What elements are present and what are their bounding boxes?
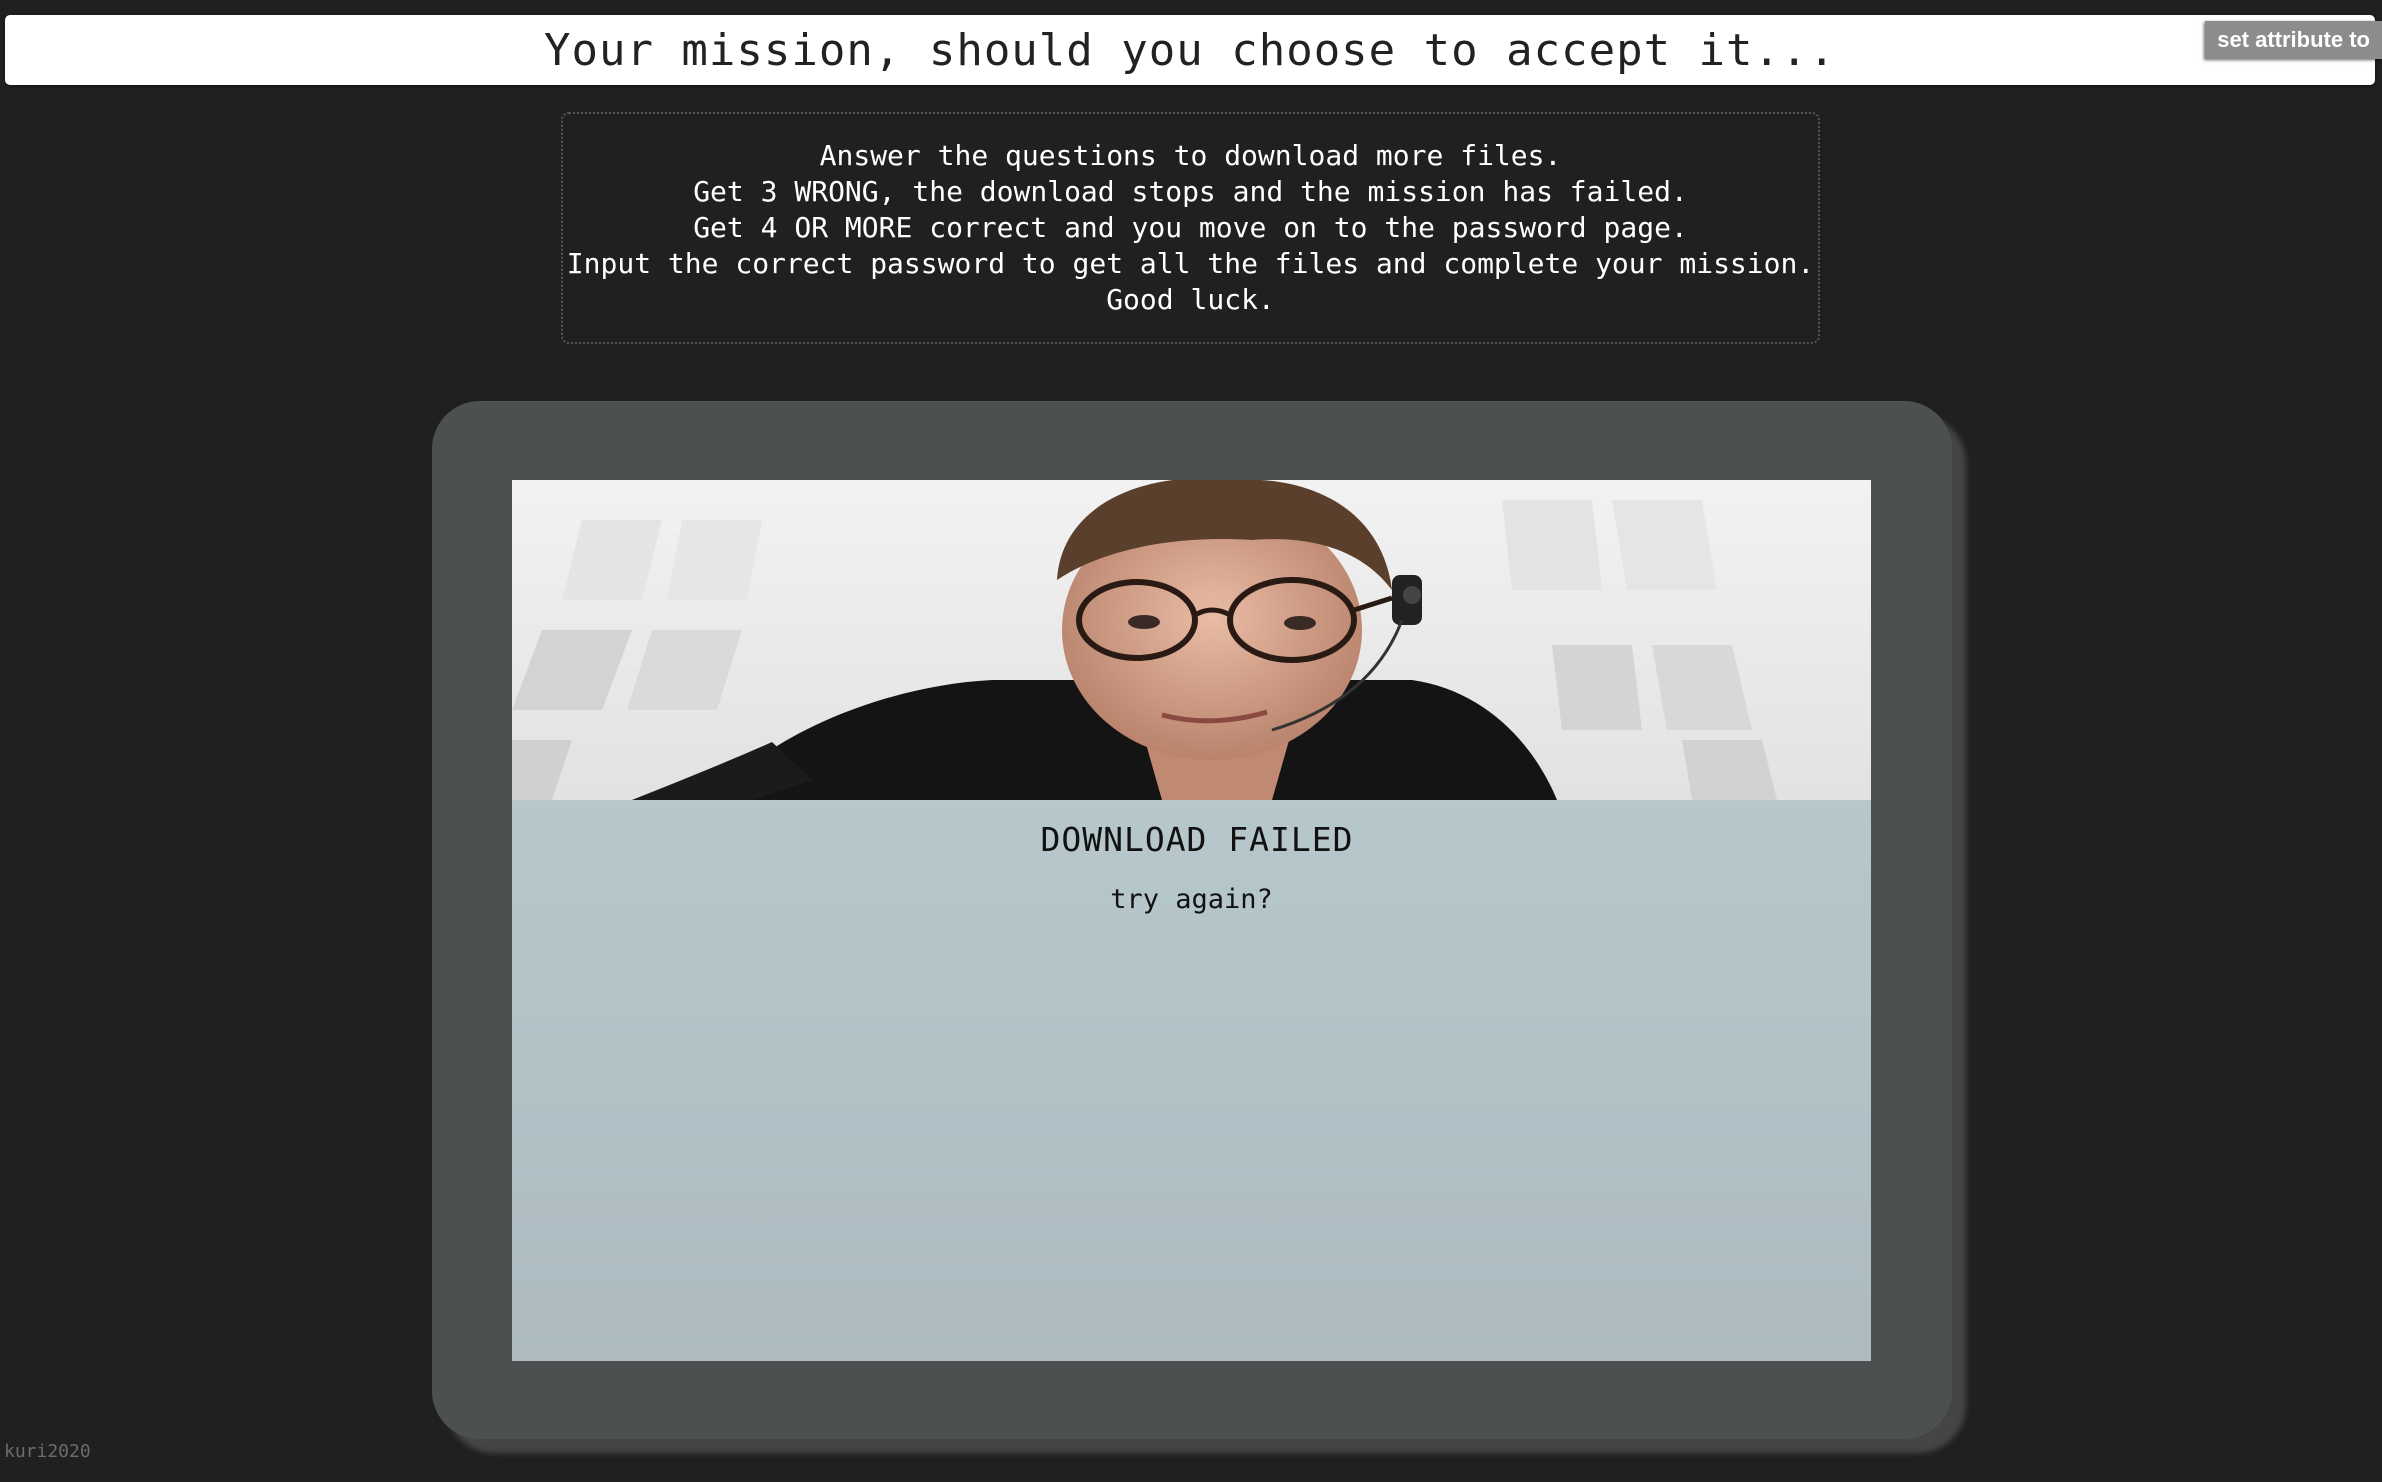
device-frame: DOWNLOAD FAILED try again? [432,401,1952,1439]
footer-credit: kuri2020 [4,1441,91,1462]
page-title: Your mission, should you choose to accep… [543,24,1837,76]
instruction-line: Input the correct password to get all th… [566,247,1815,280]
instructions-box: Answer the questions to download more fi… [561,112,1820,344]
try-again-link[interactable]: try again? [512,884,1871,915]
instruction-line: Get 3 WRONG, the download stops and the … [693,175,1688,208]
device-screen: DOWNLOAD FAILED try again? [512,480,1871,1361]
header-bar: Your mission, should you choose to accep… [5,15,2375,85]
instruction-line: Good luck. [1106,283,1275,316]
instruction-line: Answer the questions to download more fi… [819,139,1562,172]
set-attribute-button[interactable]: set attribute to [2205,21,2382,59]
instruction-line: Get 4 OR MORE correct and you move on to… [693,211,1688,244]
download-status: DOWNLOAD FAILED [1040,820,1354,859]
agent-photo [512,480,1871,800]
